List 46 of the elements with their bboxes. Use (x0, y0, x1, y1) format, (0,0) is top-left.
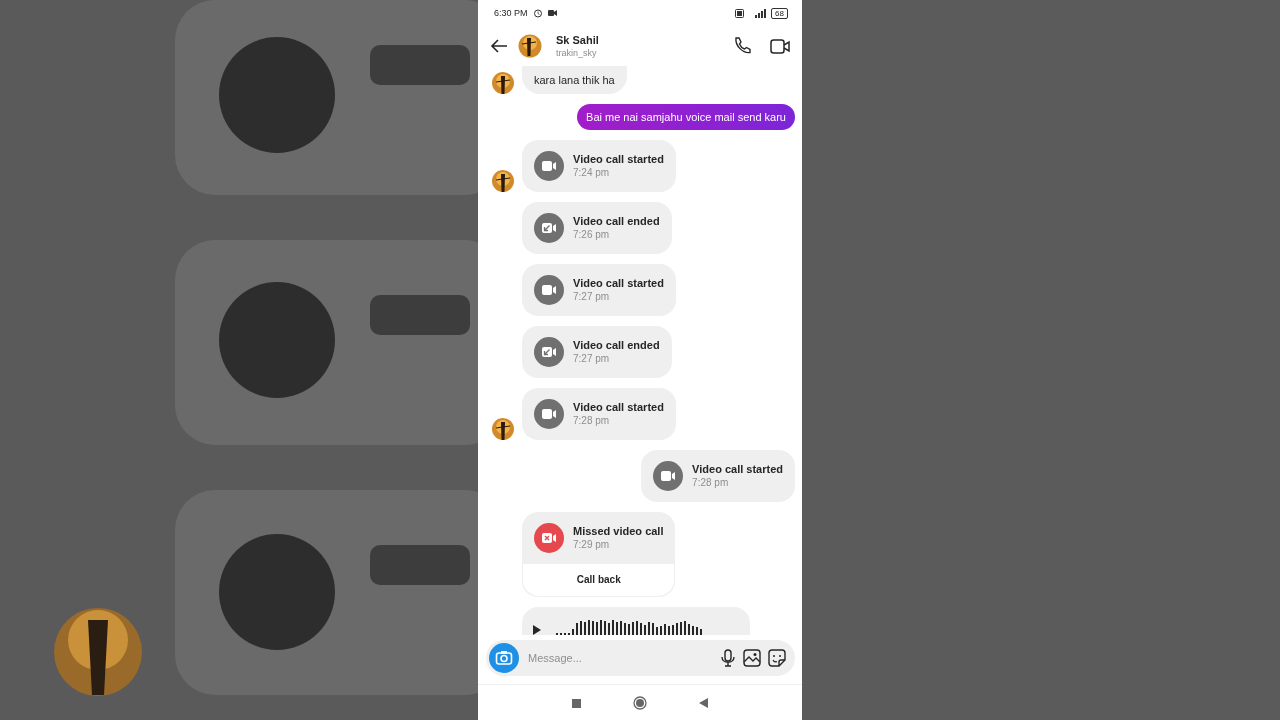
contact-name: Sk Sahil (556, 33, 599, 47)
call-title: Video call ended (573, 214, 660, 228)
call-title: Video call ended (573, 338, 660, 352)
avatar[interactable] (518, 34, 542, 58)
video-call-icon (534, 275, 564, 305)
call-back-button[interactable]: Call back (523, 564, 675, 596)
video-call-icon (534, 213, 564, 243)
call-title: Video call started (573, 276, 664, 290)
alarm-icon (532, 8, 543, 18)
back-icon[interactable] (490, 37, 508, 55)
microphone-icon[interactable] (720, 649, 736, 667)
missed-video-call-icon (534, 523, 564, 553)
battery-level: 68 (771, 7, 788, 19)
call-title: Video call started (573, 400, 664, 414)
call-time: 7:28 pm (692, 476, 730, 490)
gallery-icon[interactable] (743, 649, 761, 667)
message-bubble: Bai me nai samjahu voice mail send karu (577, 104, 795, 130)
video-call-icon (653, 461, 684, 491)
sim-icon (735, 8, 745, 18)
message-input[interactable]: Message... (526, 651, 713, 665)
recent-apps-icon[interactable] (572, 698, 581, 708)
video-call-icon (534, 399, 564, 429)
call-title: Video call started (692, 462, 783, 476)
contact-username: trakin_sky (556, 46, 598, 59)
video-call-icon (534, 151, 564, 181)
camera-icon[interactable] (489, 643, 519, 673)
phone-icon[interactable] (732, 36, 752, 56)
play-icon[interactable] (532, 623, 542, 635)
call-time: 7:26 pm (573, 228, 611, 242)
sticker-icon[interactable] (768, 649, 786, 667)
call-time: 7:28 pm (573, 414, 611, 428)
avatar[interactable] (492, 418, 514, 440)
call-title: Video call started (573, 152, 664, 166)
status-time: 6:30 PM (494, 8, 528, 18)
call-time: 7:24 pm (573, 166, 611, 180)
video-icon (547, 9, 557, 17)
video-call-icon[interactable] (770, 36, 790, 56)
message-bubble: kara lana thik ha (522, 66, 627, 94)
call-time: 7:29 pm (573, 538, 611, 552)
call-time: 7:27 pm (573, 352, 611, 366)
video-call-icon (534, 337, 564, 367)
call-time: 7:27 pm (573, 290, 611, 304)
avatar[interactable] (492, 170, 514, 192)
call-title: Missed video call (573, 524, 664, 538)
home-icon[interactable] (633, 696, 647, 710)
avatar[interactable] (492, 72, 514, 94)
